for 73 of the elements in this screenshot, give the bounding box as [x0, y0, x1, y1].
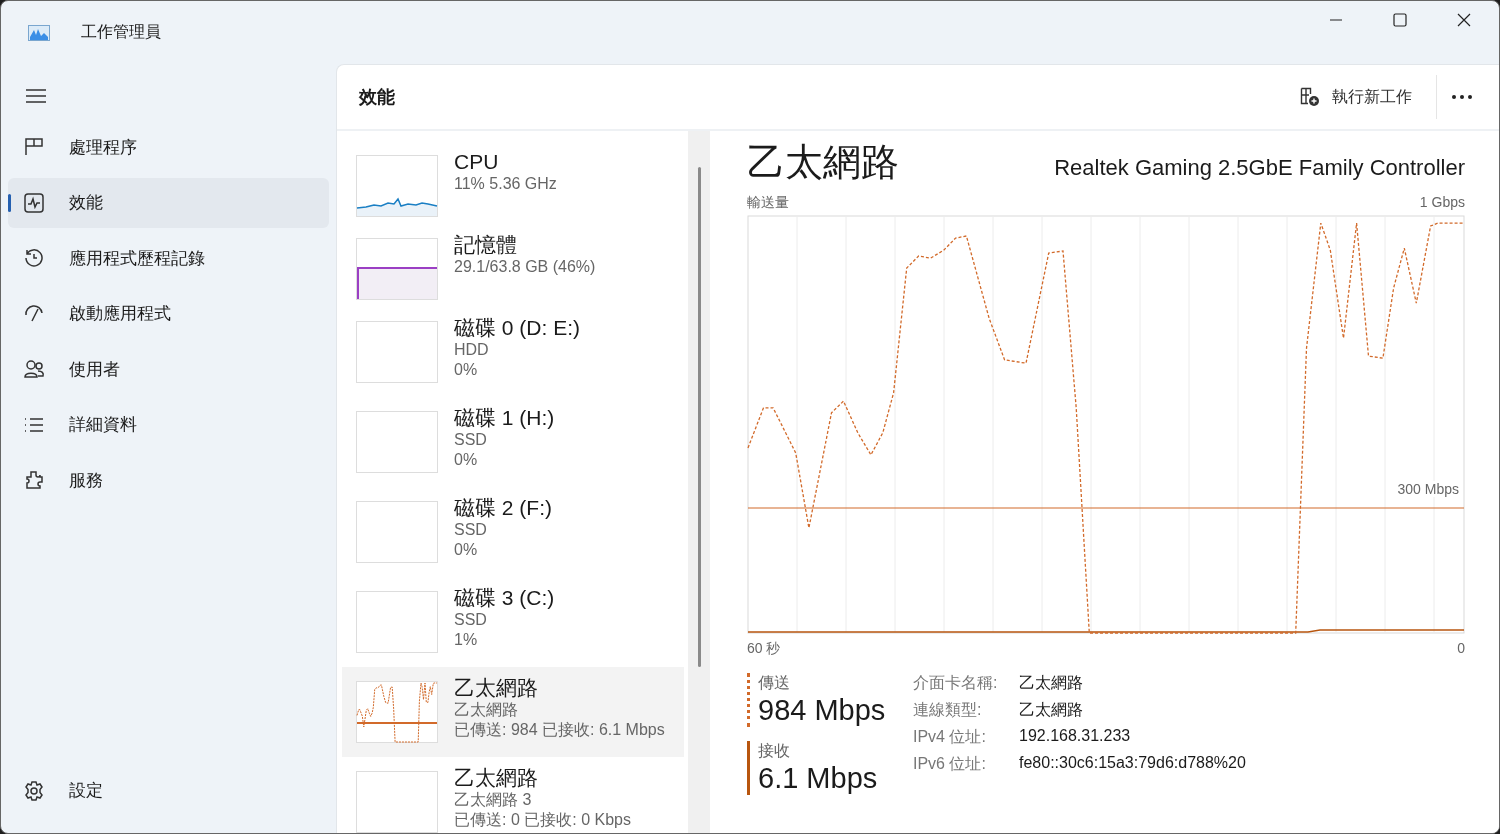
puzzle-icon — [23, 469, 45, 491]
property-label: 連線類型: — [913, 700, 983, 720]
nav-item[interactable]: 詳細資料 — [8, 399, 329, 450]
resource-item[interactable]: 磁碟 0 (D: E:) HDD 0% — [342, 307, 685, 397]
resource-detail: 1% — [454, 630, 479, 650]
resource-name: 磁碟 2 (F:) — [454, 495, 552, 520]
resource-detail: 0% — [454, 540, 479, 560]
resource-detail: 已傳送: 0 已接收: 0 Kbps — [454, 810, 631, 830]
resource-detail: SSD — [454, 610, 488, 630]
resource-detail: 乙太網路 — [454, 700, 519, 720]
more-icon[interactable] — [1451, 94, 1473, 100]
resource-detail: SSD — [454, 430, 488, 450]
property-label: IPv6 位址: — [913, 754, 987, 774]
settings-icon — [23, 779, 45, 802]
history-icon — [23, 247, 45, 269]
resource-detail: 0% — [454, 360, 479, 380]
detail-title: 乙太網路 — [747, 140, 899, 185]
resource-name: 磁碟 3 (C:) — [454, 585, 555, 610]
scrollbar[interactable] — [697, 167, 701, 667]
nav-item[interactable]: 服務 — [8, 455, 329, 505]
resource-name: 磁碟 0 (D: E:) — [454, 315, 580, 340]
resource-name: CPU — [454, 149, 500, 174]
resource-item[interactable]: 乙太網路 乙太網路 3 已傳送: 0 已接收: 0 Kbps — [342, 757, 685, 833]
resource-item[interactable]: 磁碟 1 (H:) SSD 0% — [342, 397, 685, 487]
users-icon — [23, 358, 45, 380]
window-title: 工作管理員 — [81, 22, 161, 42]
new-task-icon — [1300, 87, 1320, 107]
nav-item[interactable]: 效能 — [8, 177, 329, 228]
menu-icon[interactable] — [26, 88, 46, 104]
property-value: fe80::30c6:15a3:79d6:d788%20 — [1019, 754, 1246, 773]
nav-item[interactable]: 處理程序 — [8, 122, 329, 172]
axis-label: 0 — [1457, 640, 1465, 658]
resource-detail: 11% 5.36 GHz — [454, 174, 557, 194]
nav-item[interactable]: 使用者 — [8, 344, 329, 394]
property-value: 192.168.31.233 — [1019, 727, 1132, 746]
property-value: 乙太網路 — [1019, 673, 1084, 693]
nav-item[interactable]: 啟動應用程式 — [8, 288, 329, 339]
close-icon[interactable] — [1457, 12, 1471, 27]
app-icon — [28, 24, 50, 41]
maximize-icon[interactable] — [1393, 12, 1407, 27]
resource-detail: SSD — [454, 520, 488, 540]
scale-label: 300 Mbps — [1397, 481, 1459, 497]
resource-item[interactable]: 磁碟 3 (C:) SSD 1% — [342, 577, 685, 667]
property-label: 介面卡名稱: — [913, 673, 999, 693]
settings-item[interactable]: 設定 — [8, 765, 329, 816]
resource-item[interactable]: CPU 11% 5.36 GHz — [342, 141, 685, 224]
resource-name: 磁碟 1 (H:) — [454, 405, 555, 430]
property-label: IPv4 位址: — [913, 727, 987, 747]
stat-label: 接收 — [758, 741, 791, 761]
axis-label: 輸送量 — [747, 194, 789, 212]
resource-detail: 乙太網路 3 — [454, 790, 533, 810]
resource-item[interactable]: 磁碟 2 (F:) SSD 0% — [342, 487, 685, 577]
stat-label: 傳送 — [758, 673, 791, 693]
stat-value: 984 Mbps — [758, 694, 887, 727]
property-value: 乙太網路 — [1019, 700, 1084, 720]
resource-name: 記憶體 — [454, 232, 518, 257]
resource-detail: HDD — [454, 340, 490, 360]
page-title: 效能 — [359, 86, 395, 109]
resource-item[interactable]: 記憶體 29.1/63.8 GB (46%) — [342, 224, 685, 307]
resource-name: 乙太網路 — [454, 675, 539, 700]
grid-icon — [23, 136, 45, 158]
stat-value: 6.1 Mbps — [758, 762, 879, 795]
resource-detail: 已傳送: 984 已接收: 6.1 Mbps — [454, 720, 665, 740]
adapter-name: Realtek Gaming 2.5GbE Family Controller — [1054, 155, 1465, 181]
pulse-icon — [23, 191, 45, 214]
resource-detail: 29.1/63.8 GB (46%) — [454, 257, 596, 277]
resource-detail: 0% — [454, 450, 479, 470]
resource-item[interactable]: 乙太網路 乙太網路 已傳送: 984 已接收: 6.1 Mbps — [342, 667, 685, 757]
run-new-task-button[interactable]: 執行新工作 — [1292, 80, 1420, 114]
nav-item[interactable]: 應用程式歷程記錄 — [8, 233, 329, 283]
axis-label: 1 Gbps — [1419, 194, 1465, 212]
axis-label: 60 秒 — [747, 640, 781, 658]
resource-name: 乙太網路 — [454, 765, 539, 790]
